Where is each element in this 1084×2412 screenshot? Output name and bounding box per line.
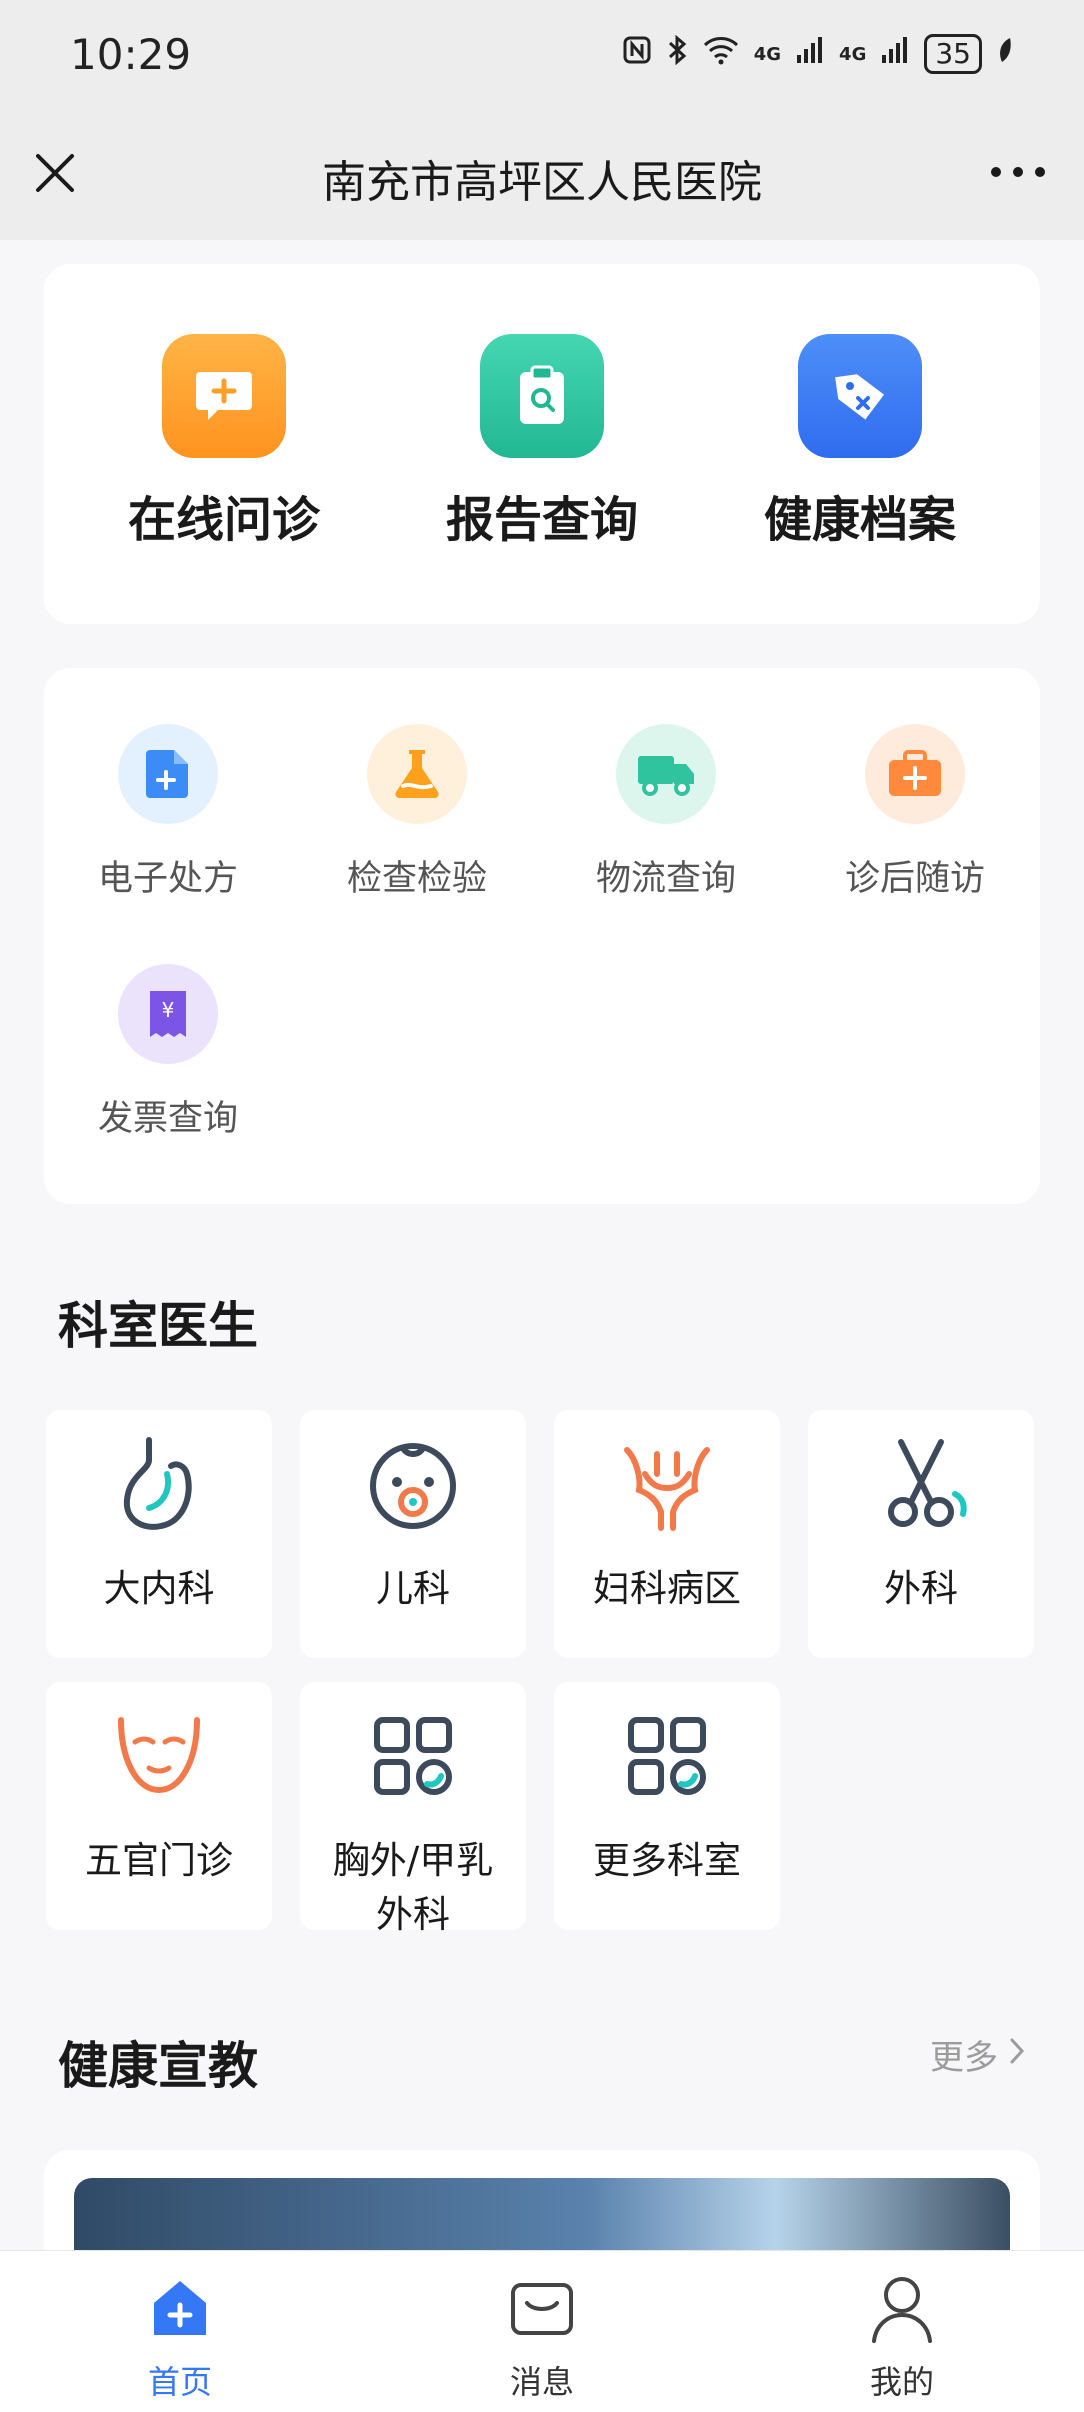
logistics-query-button[interactable]: 物流查询	[566, 724, 766, 901]
message-icon	[462, 2271, 622, 2347]
signal-bars-1-icon	[795, 35, 825, 73]
chevron-right-icon	[1008, 2035, 1026, 2075]
signal-1-label: 4G	[753, 43, 782, 65]
home-plus-icon	[100, 2271, 260, 2347]
dept-gynecology-label: 妇科病区	[593, 1567, 741, 1610]
dept-more-departments-label: 更多科室	[593, 1839, 741, 1882]
battery-indicator: 35	[924, 34, 982, 74]
grid-apps-icon	[300, 1706, 526, 1806]
dept-thoracic-breast-surgery[interactable]: 胸外/甲乳 外科	[300, 1682, 526, 1936]
online-consultation-label: 在线问诊	[127, 492, 320, 548]
scissors-icon	[808, 1434, 1034, 1534]
face-icon	[46, 1706, 272, 1806]
nfc-icon	[622, 35, 652, 73]
health-records-label: 健康档案	[763, 492, 956, 548]
e-prescription-button[interactable]: 电子处方	[68, 724, 268, 901]
health-article-image	[74, 2178, 1010, 2250]
report-query-button[interactable]: 报告查询	[412, 334, 672, 550]
health-records-button[interactable]: 健康档案	[730, 334, 990, 550]
bluetooth-icon	[666, 34, 688, 74]
tab-home[interactable]: 首页	[100, 2271, 260, 2403]
page-title: 南充市高坪区人民医院	[322, 157, 762, 208]
services-card: 电子处方 检查检验 物流查询 诊后随访 ¥ 发票查询	[44, 668, 1040, 1204]
nav-bar: 南充市高坪区人民医院	[0, 112, 1084, 240]
svg-text:¥: ¥	[162, 998, 175, 1022]
uterus-icon	[554, 1434, 780, 1534]
departments-section-title: 科室医生	[58, 1297, 258, 1355]
invoice-icon: ¥	[118, 964, 218, 1064]
dept-pediatrics[interactable]: 儿科	[300, 1410, 526, 1658]
flask-icon	[367, 724, 467, 824]
status-icons: 4G 4G 35	[622, 34, 1014, 74]
tab-profile[interactable]: 我的	[822, 2271, 982, 2403]
prescription-doc-icon	[118, 724, 218, 824]
follow-up-label: 诊后随访	[844, 859, 985, 899]
medkit-icon	[865, 724, 965, 824]
invoice-query-label: 发票查询	[97, 1099, 238, 1139]
tab-home-label: 首页	[147, 2363, 212, 2401]
clipboard-search-icon	[480, 334, 604, 458]
dept-internal-medicine[interactable]: 大内科	[46, 1410, 272, 1658]
report-query-label: 报告查询	[445, 492, 638, 548]
examination-button[interactable]: 检查检验	[317, 724, 517, 901]
e-prescription-label: 电子处方	[97, 859, 238, 899]
dept-label-line1: 胸外/甲乳	[332, 1839, 494, 1882]
user-icon	[822, 2271, 982, 2347]
follow-up-button[interactable]: 诊后随访	[815, 724, 1015, 901]
dept-internal-medicine-label: 大内科	[103, 1567, 215, 1610]
logistics-query-label: 物流查询	[595, 859, 736, 899]
dept-ent[interactable]: 五官门诊	[46, 1682, 272, 1930]
chat-plus-icon	[162, 334, 286, 458]
bottom-tab-bar: 首页 消息 我的	[0, 2250, 1084, 2412]
health-education-section-title: 健康宣教	[58, 2037, 258, 2095]
primary-services-card: 在线问诊 报告查询 健康档案	[44, 264, 1040, 624]
dept-more-departments[interactable]: 更多科室	[554, 1682, 780, 1930]
wifi-icon	[702, 35, 740, 73]
dept-ent-label: 五官门诊	[85, 1839, 233, 1882]
dept-surgery[interactable]: 外科	[808, 1410, 1034, 1658]
grid-apps-icon	[554, 1706, 780, 1806]
tag-icon	[798, 334, 922, 458]
tab-messages-label: 消息	[509, 2363, 574, 2401]
online-consultation-button[interactable]: 在线问诊	[94, 334, 354, 550]
tab-messages[interactable]: 消息	[462, 2271, 622, 2403]
status-time: 10:29	[70, 30, 192, 79]
dept-thoracic-breast-surgery-label: 胸外/甲乳 外科	[300, 1834, 526, 1942]
examination-label: 检查检验	[346, 859, 487, 899]
tab-profile-label: 我的	[869, 2363, 934, 2401]
baby-icon	[300, 1434, 526, 1534]
more-options-icon[interactable]	[988, 162, 1048, 182]
dept-pediatrics-label: 儿科	[376, 1567, 450, 1610]
dept-label-line2: 外科	[376, 1893, 450, 1936]
more-link-label: 更多	[930, 2038, 998, 2078]
invoice-query-button[interactable]: ¥ 发票查询	[68, 964, 268, 1141]
signal-bars-2-icon	[880, 35, 910, 73]
stomach-icon	[46, 1434, 272, 1534]
status-bar: 10:29 4G 4G 35	[0, 0, 1084, 112]
leaf-icon	[996, 35, 1014, 73]
dept-gynecology[interactable]: 妇科病区	[554, 1410, 780, 1658]
dept-surgery-label: 外科	[884, 1567, 958, 1610]
truck-icon	[616, 724, 716, 824]
health-education-more-link[interactable]: 更多	[930, 2030, 1026, 2079]
health-article-card[interactable]	[44, 2150, 1040, 2250]
signal-2-label: 4G	[839, 43, 867, 65]
